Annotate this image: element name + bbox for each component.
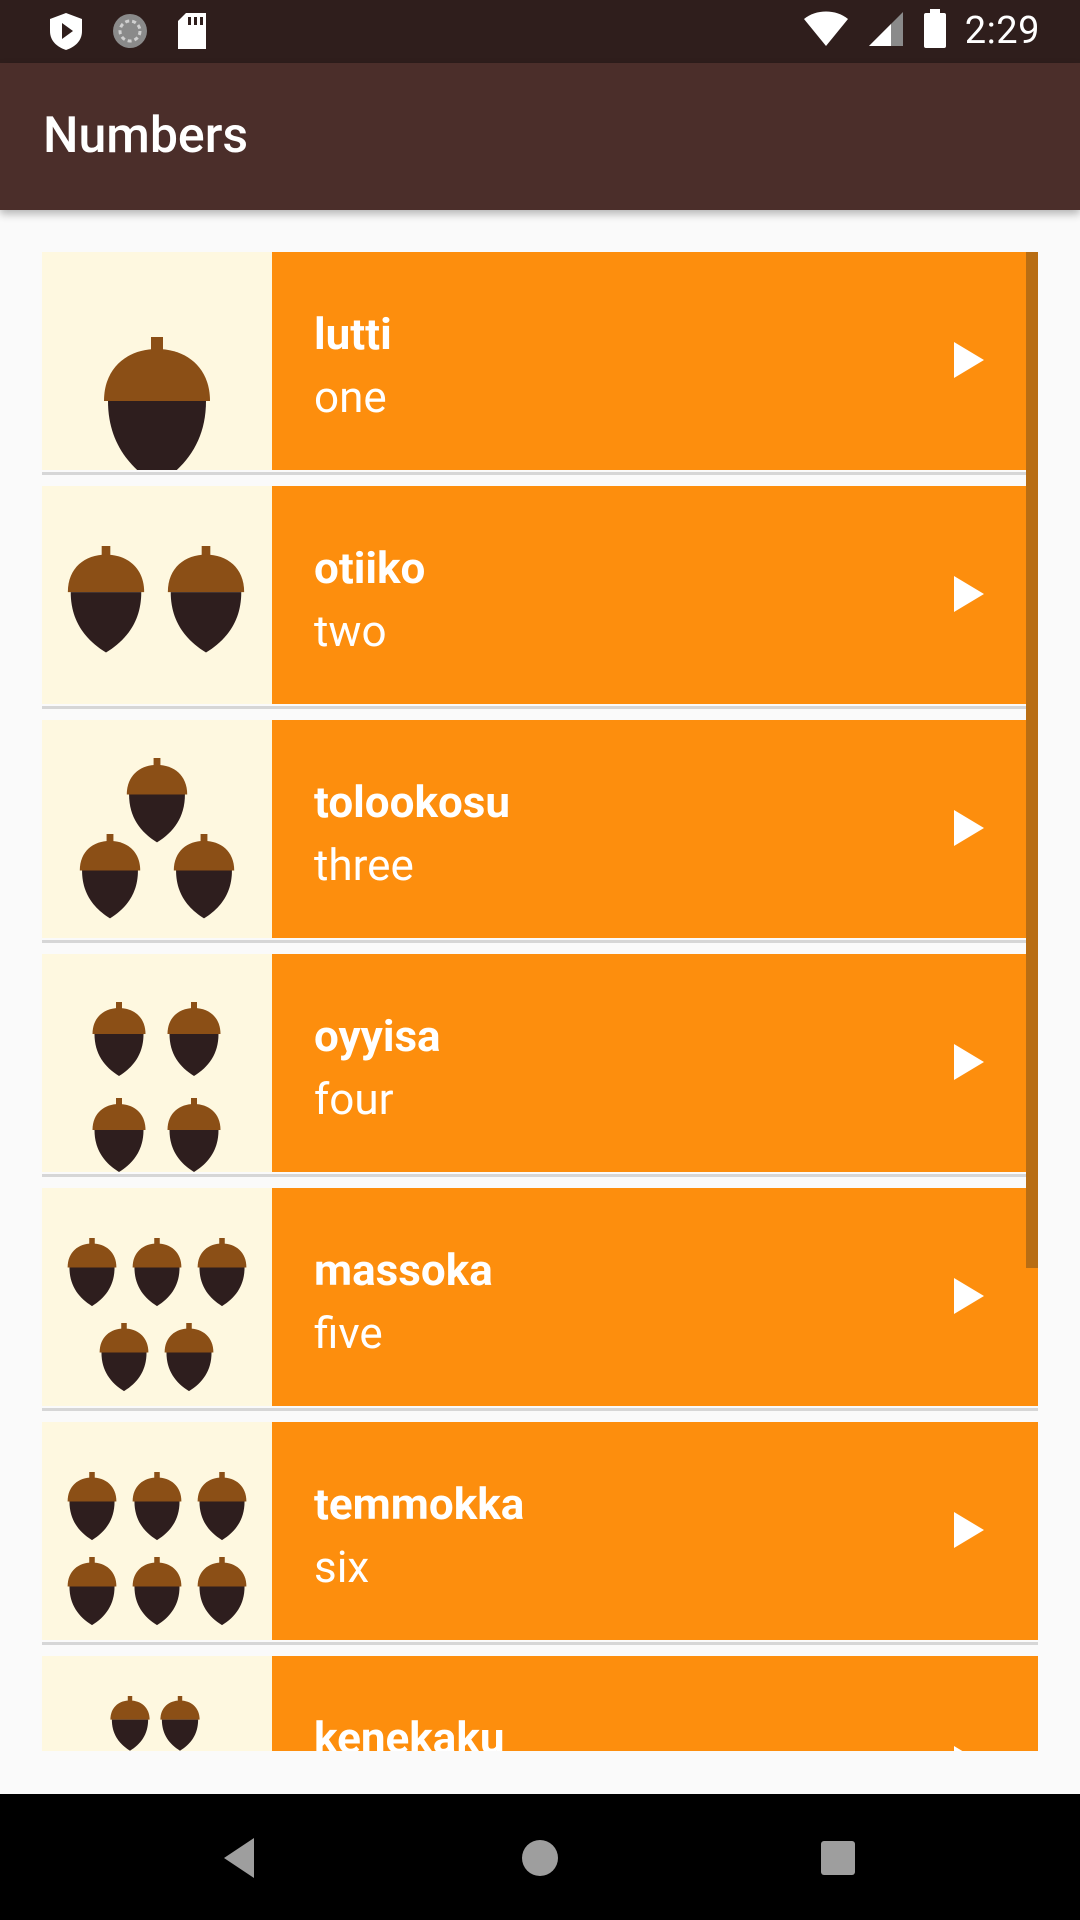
wifi-icon	[803, 10, 849, 52]
word-text-panel[interactable]: kenekakuseven	[272, 1656, 1038, 1751]
english-word: two	[314, 605, 387, 657]
sd-card-icon	[176, 12, 208, 54]
home-icon[interactable]	[512, 1830, 568, 1886]
status-right-icons: 2:29	[803, 8, 1040, 54]
english-word: four	[314, 1073, 394, 1125]
list-item[interactable]: lutti one	[42, 252, 1038, 470]
battery-icon	[923, 9, 947, 53]
status-left-icons	[48, 11, 208, 55]
acorn-icon	[104, 337, 210, 470]
miwok-word: otiiko	[314, 542, 426, 594]
word-text-panel[interactable]: temmokka six	[272, 1422, 1038, 1640]
signal-icon	[867, 10, 905, 52]
word-text-panel[interactable]: otiiko two	[272, 486, 1038, 704]
list-item[interactable]: massoka five	[42, 1188, 1038, 1406]
play-protect-icon	[48, 11, 84, 55]
miwok-word: lutti	[314, 308, 392, 360]
back-icon[interactable]	[214, 1830, 270, 1886]
acorn-image	[42, 954, 272, 1172]
recents-icon[interactable]	[810, 1830, 866, 1886]
app-bar: Numbers	[0, 63, 1080, 210]
play-arrow-icon[interactable]	[952, 1510, 986, 1550]
play-arrow-icon[interactable]	[952, 1744, 986, 1751]
english-word: six	[314, 1541, 370, 1593]
acorn-image	[42, 252, 272, 470]
acorn-icon	[79, 758, 235, 919]
word-text-panel[interactable]: oyyisa four	[272, 954, 1038, 1172]
play-arrow-icon[interactable]	[952, 574, 986, 614]
row-divider	[42, 704, 1038, 720]
acorn-image	[42, 486, 272, 704]
row-divider	[42, 1406, 1038, 1422]
acorn-icon	[67, 546, 245, 653]
miwok-word: massoka	[314, 1244, 493, 1296]
english-word: one	[314, 371, 387, 423]
play-arrow-icon[interactable]	[952, 340, 986, 380]
word-text-panel[interactable]: lutti one	[272, 252, 1038, 470]
play-arrow-icon[interactable]	[952, 808, 986, 848]
status-time: 2:29	[964, 9, 1040, 53]
acorn-image	[42, 1188, 272, 1406]
scrollbar[interactable]	[1026, 252, 1038, 1268]
word-text-panel[interactable]: tolookosu three	[272, 720, 1038, 938]
page-title: Numbers	[43, 107, 249, 165]
list-item[interactable]: kenekakuseven	[42, 1656, 1038, 1751]
word-list[interactable]: lutti one otiiko two tolookosu three oyyisa…	[42, 252, 1038, 1751]
miwok-word: tolookosu	[314, 776, 511, 828]
acorn-image	[42, 1422, 272, 1640]
acorn-icon	[67, 1238, 247, 1392]
play-arrow-icon[interactable]	[952, 1276, 986, 1316]
english-word: five	[314, 1307, 383, 1359]
play-arrow-icon[interactable]	[952, 1042, 986, 1082]
sync-circle-icon	[110, 11, 150, 55]
miwok-word: oyyisa	[314, 1010, 441, 1062]
english-word: three	[314, 839, 414, 891]
list-item[interactable]: otiiko two	[42, 486, 1038, 704]
acorn-icon	[110, 1696, 200, 1751]
row-divider	[42, 938, 1038, 954]
miwok-word: kenekaku	[314, 1712, 505, 1751]
list-item[interactable]: temmokka six	[42, 1422, 1038, 1640]
list-item[interactable]: oyyisa four	[42, 954, 1038, 1172]
row-divider	[42, 1172, 1038, 1188]
status-bar: 2:29	[0, 0, 1080, 63]
acorn-image	[42, 720, 272, 938]
acorn-icon	[92, 1002, 221, 1172]
list-item[interactable]: tolookosu three	[42, 720, 1038, 938]
word-text-panel[interactable]: massoka five	[272, 1188, 1038, 1406]
row-divider	[42, 1640, 1038, 1656]
row-divider	[42, 470, 1038, 486]
acorn-image	[42, 1656, 272, 1751]
miwok-word: temmokka	[314, 1478, 525, 1530]
acorn-icon	[67, 1472, 247, 1626]
navigation-bar	[0, 1794, 1080, 1920]
